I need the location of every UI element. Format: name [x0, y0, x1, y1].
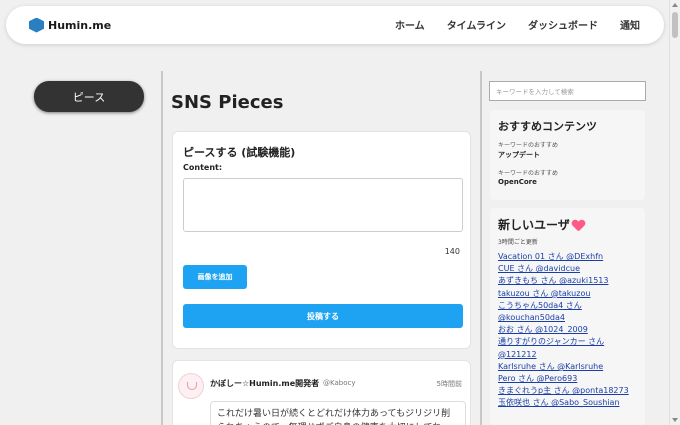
right-divider: [480, 71, 482, 425]
search-input[interactable]: キーワードを入力して検索: [489, 81, 646, 101]
new-users-title-text: 新しいユーザ: [498, 218, 570, 232]
nav-home[interactable]: ホーム: [395, 17, 425, 32]
content-textarea[interactable]: [183, 178, 463, 232]
scroll-down-arrow-icon[interactable]: [672, 418, 678, 422]
post-author[interactable]: かぼしー☆Humin.me開発者: [210, 378, 319, 389]
user-link[interactable]: @kouchan50da4: [498, 312, 643, 324]
post-body: これだけ暑い日が続くとどれだけ体力あってもジリジリ削られちゃうので、無理せずご自…: [210, 401, 466, 425]
content-label: Content:: [183, 163, 223, 172]
user-link[interactable]: Karlsruhe さん @Karlsruhe: [498, 361, 643, 373]
nav-dashboard[interactable]: ダッシュボード: [528, 17, 598, 32]
user-link[interactable]: Vacation 01 さん @DExhfn: [498, 251, 643, 263]
recommended-panel: おすすめコンテンツ キーワードのおすすめ アップデート キーワードのおすすめ O…: [490, 110, 645, 200]
page-scrollbar[interactable]: [669, 0, 680, 425]
add-image-button[interactable]: 画像を追加: [183, 265, 247, 289]
main-nav: ホーム タイムライン ダッシュボード 通知: [395, 17, 640, 32]
recommended-item-update[interactable]: アップデート: [498, 150, 540, 160]
heart-icon: [572, 219, 585, 231]
post-handle[interactable]: @Kabocy: [323, 379, 355, 387]
submit-post-button[interactable]: 投稿する: [183, 304, 463, 328]
top-navbar: Humin.me ホーム タイムライン ダッシュボード 通知: [6, 6, 664, 44]
user-link[interactable]: Pero さん @Pero693: [498, 373, 643, 385]
user-link[interactable]: きまぐれうp主 さん @ponta18273: [498, 385, 643, 397]
scroll-thumb[interactable]: [672, 12, 678, 38]
left-divider: [161, 71, 163, 425]
new-users-list: Vacation 01 さん @DExhfn CUE さん @davidcue …: [498, 251, 643, 410]
logo-hexagon-icon: [29, 17, 44, 33]
piece-button[interactable]: ピース: [34, 81, 144, 112]
new-users-title: 新しいユーザ: [498, 216, 585, 233]
user-link[interactable]: こうちゃん50da4 さん: [498, 300, 643, 312]
recommended-item-opencore[interactable]: OpenCore: [498, 178, 537, 186]
user-link[interactable]: 玉依咲也 さん @Sabo_Soushian: [498, 397, 643, 409]
new-users-panel: 新しいユーザ 3時間ごと更新 Vacation 01 さん @DExhfn CU…: [490, 208, 645, 425]
logo[interactable]: Humin.me: [29, 16, 111, 34]
page-title: SNS Pieces: [171, 92, 284, 113]
compose-title: ピースする (試験機能): [183, 146, 296, 159]
logo-text: Humin.me: [48, 18, 112, 32]
post-card: かぼしー☆Humin.me開発者 @Kabocy 5時間前 これだけ暑い日が続く…: [172, 360, 471, 425]
user-link[interactable]: @121212: [498, 349, 643, 361]
post-time: 5時間前: [436, 380, 462, 388]
user-link[interactable]: takuzou さん @takuzou: [498, 288, 643, 300]
recommended-title: おすすめコンテンツ: [498, 120, 597, 133]
nav-timeline[interactable]: タイムライン: [447, 17, 506, 32]
recommended-item-label: キーワードのおすすめ: [498, 142, 559, 149]
char-counter: 140: [444, 247, 460, 256]
smile-icon: [187, 382, 197, 390]
compose-card: ピースする (試験機能) Content: 140 画像を追加 投稿する: [172, 131, 471, 349]
user-link[interactable]: CUE さん @davidcue: [498, 263, 643, 275]
user-link[interactable]: おお さん @1024_2009: [498, 324, 643, 336]
nav-notifications[interactable]: 通知: [620, 17, 640, 32]
scroll-up-arrow-icon[interactable]: [672, 3, 678, 7]
recommended-item-label: キーワードのおすすめ: [498, 170, 559, 177]
new-users-subtitle: 3時間ごと更新: [498, 239, 538, 246]
user-link[interactable]: あずきもち さん @azuki1513: [498, 275, 643, 287]
user-link[interactable]: 通りすがりのジャンカー さん: [498, 336, 643, 348]
avatar[interactable]: [178, 373, 204, 399]
